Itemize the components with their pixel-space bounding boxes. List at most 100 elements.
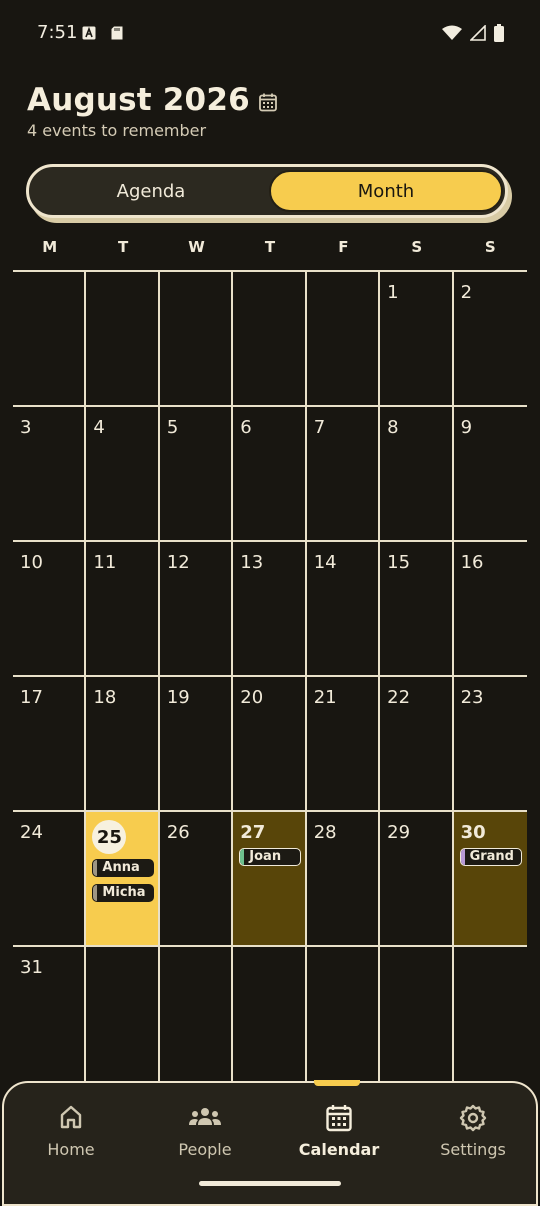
day-number: 24	[20, 822, 43, 843]
day-cell-23[interactable]: 23	[453, 677, 527, 812]
day-number: 2	[460, 282, 473, 303]
event-chip[interactable]: Grand	[459, 848, 522, 866]
bottom-navigation: Home People Calendar Settings	[2, 1081, 538, 1206]
day-cell-31[interactable]: 31	[13, 947, 87, 1082]
day-number: 18	[93, 687, 117, 708]
day-number: 6	[240, 417, 252, 438]
day-cell-8[interactable]: 8	[380, 407, 454, 542]
day-number: 11	[93, 552, 117, 573]
day-cell-4[interactable]: 4	[86, 407, 160, 542]
agenda-tab[interactable]: Agenda	[33, 170, 269, 212]
day-number: 5	[166, 417, 179, 438]
day-cell-10[interactable]: 10	[13, 542, 87, 677]
day-number: 20	[240, 687, 264, 708]
wifi-icon	[442, 25, 462, 40]
day-number: 30	[460, 822, 486, 843]
day-cell-18[interactable]: 18	[86, 677, 160, 812]
weekday-label: S	[484, 238, 496, 256]
weekday-label: F	[338, 238, 349, 256]
day-cell-5[interactable]: 5	[159, 407, 234, 542]
day-number: 16	[460, 552, 484, 573]
nav-item-settings[interactable]: Settings	[406, 1083, 540, 1173]
day-cell-24[interactable]: 24	[13, 812, 87, 947]
empty-day-cell	[160, 947, 234, 1082]
view-toggle: Agenda Month	[26, 164, 508, 218]
events-summary: 4 events to remember	[27, 121, 207, 140]
empty-day-cell	[86, 947, 160, 1082]
day-cell-3[interactable]: 3	[13, 407, 87, 542]
day-cell-12[interactable]: 12	[159, 542, 234, 677]
keyboard-notification-icon	[82, 26, 96, 40]
day-number: 23	[460, 687, 484, 708]
day-cell-9[interactable]: 9	[453, 407, 527, 542]
nav-item-calendar[interactable]: Calendar	[272, 1083, 406, 1173]
weekday-label: S	[411, 238, 423, 256]
gesture-home-bar[interactable]	[199, 1181, 341, 1186]
status-bar: 7:51	[0, 0, 540, 66]
day-cell-28[interactable]: 28	[306, 812, 381, 947]
day-number: 27	[240, 822, 266, 843]
day-cell-25[interactable]: 25 Anna Micha	[86, 812, 160, 947]
page-title: August 2026	[27, 82, 250, 118]
calendar-picker-icon[interactable]	[258, 92, 278, 112]
day-number: 14	[313, 552, 337, 573]
event-chip[interactable]: Micha	[92, 884, 155, 902]
empty-day-cell	[159, 272, 234, 407]
day-number: 29	[387, 822, 411, 843]
event-chip[interactable]: Anna	[92, 859, 155, 877]
day-cell-19[interactable]: 19	[159, 677, 234, 812]
day-cell-7[interactable]: 7	[306, 407, 381, 542]
day-number: 19	[166, 687, 190, 708]
day-number: 12	[166, 552, 190, 573]
day-number: 28	[313, 822, 337, 843]
day-cell-27[interactable]: 27 Joan	[233, 812, 307, 947]
empty-day-cell	[13, 272, 87, 407]
day-cell-22[interactable]: 22	[380, 677, 454, 812]
day-cell-16[interactable]: 16	[453, 542, 527, 677]
day-cell-15[interactable]: 15	[380, 542, 454, 677]
day-cell-2[interactable]: 2	[453, 272, 527, 407]
month-tab[interactable]: Month	[269, 170, 503, 212]
day-number: 1	[387, 282, 399, 303]
battery-icon	[494, 24, 504, 42]
weekday-label: M	[42, 238, 58, 256]
empty-day-cell	[307, 947, 381, 1082]
weekday-label: T	[264, 238, 276, 256]
cell-signal-icon	[470, 25, 486, 41]
nav-item-people[interactable]: People	[138, 1083, 272, 1173]
nav-label-calendar: Calendar	[298, 1140, 380, 1159]
day-cell-26[interactable]: 26	[159, 812, 234, 947]
gear-icon	[459, 1104, 487, 1132]
day-cell-11[interactable]: 11	[86, 542, 160, 677]
day-number: 8	[387, 417, 399, 438]
day-number: 15	[387, 552, 411, 573]
day-number: 21	[313, 687, 337, 708]
day-number: 10	[20, 552, 43, 573]
day-cell-29[interactable]: 29	[380, 812, 454, 947]
nav-label-people: People	[178, 1140, 232, 1159]
nav-active-indicator	[314, 1080, 360, 1086]
calendar-icon	[326, 1105, 352, 1132]
day-cell-1[interactable]: 1	[380, 272, 454, 407]
event-chip[interactable]: Joan	[239, 848, 302, 866]
day-cell-17[interactable]: 17	[13, 677, 87, 812]
day-cell-13[interactable]: 13	[233, 542, 307, 677]
weekday-label: T	[118, 238, 129, 256]
day-number: 26	[166, 822, 190, 843]
day-cell-14[interactable]: 14	[306, 542, 381, 677]
nav-item-home[interactable]: Home	[4, 1083, 138, 1173]
day-cell-20[interactable]: 20	[233, 677, 307, 812]
day-number: 7	[313, 417, 326, 438]
day-number: 9	[460, 417, 473, 438]
day-number: 22	[387, 687, 411, 708]
day-cell-6[interactable]: 6	[233, 407, 307, 542]
day-cell-30[interactable]: 30 Grand	[453, 812, 527, 947]
sd-card-icon	[111, 26, 123, 40]
home-icon	[60, 1105, 82, 1129]
nav-label-home: Home	[47, 1140, 95, 1159]
empty-day-cell	[380, 947, 454, 1082]
empty-day-cell	[233, 947, 307, 1082]
day-number: 4	[93, 417, 105, 438]
title-row: August 2026	[27, 82, 278, 118]
day-cell-21[interactable]: 21	[306, 677, 381, 812]
